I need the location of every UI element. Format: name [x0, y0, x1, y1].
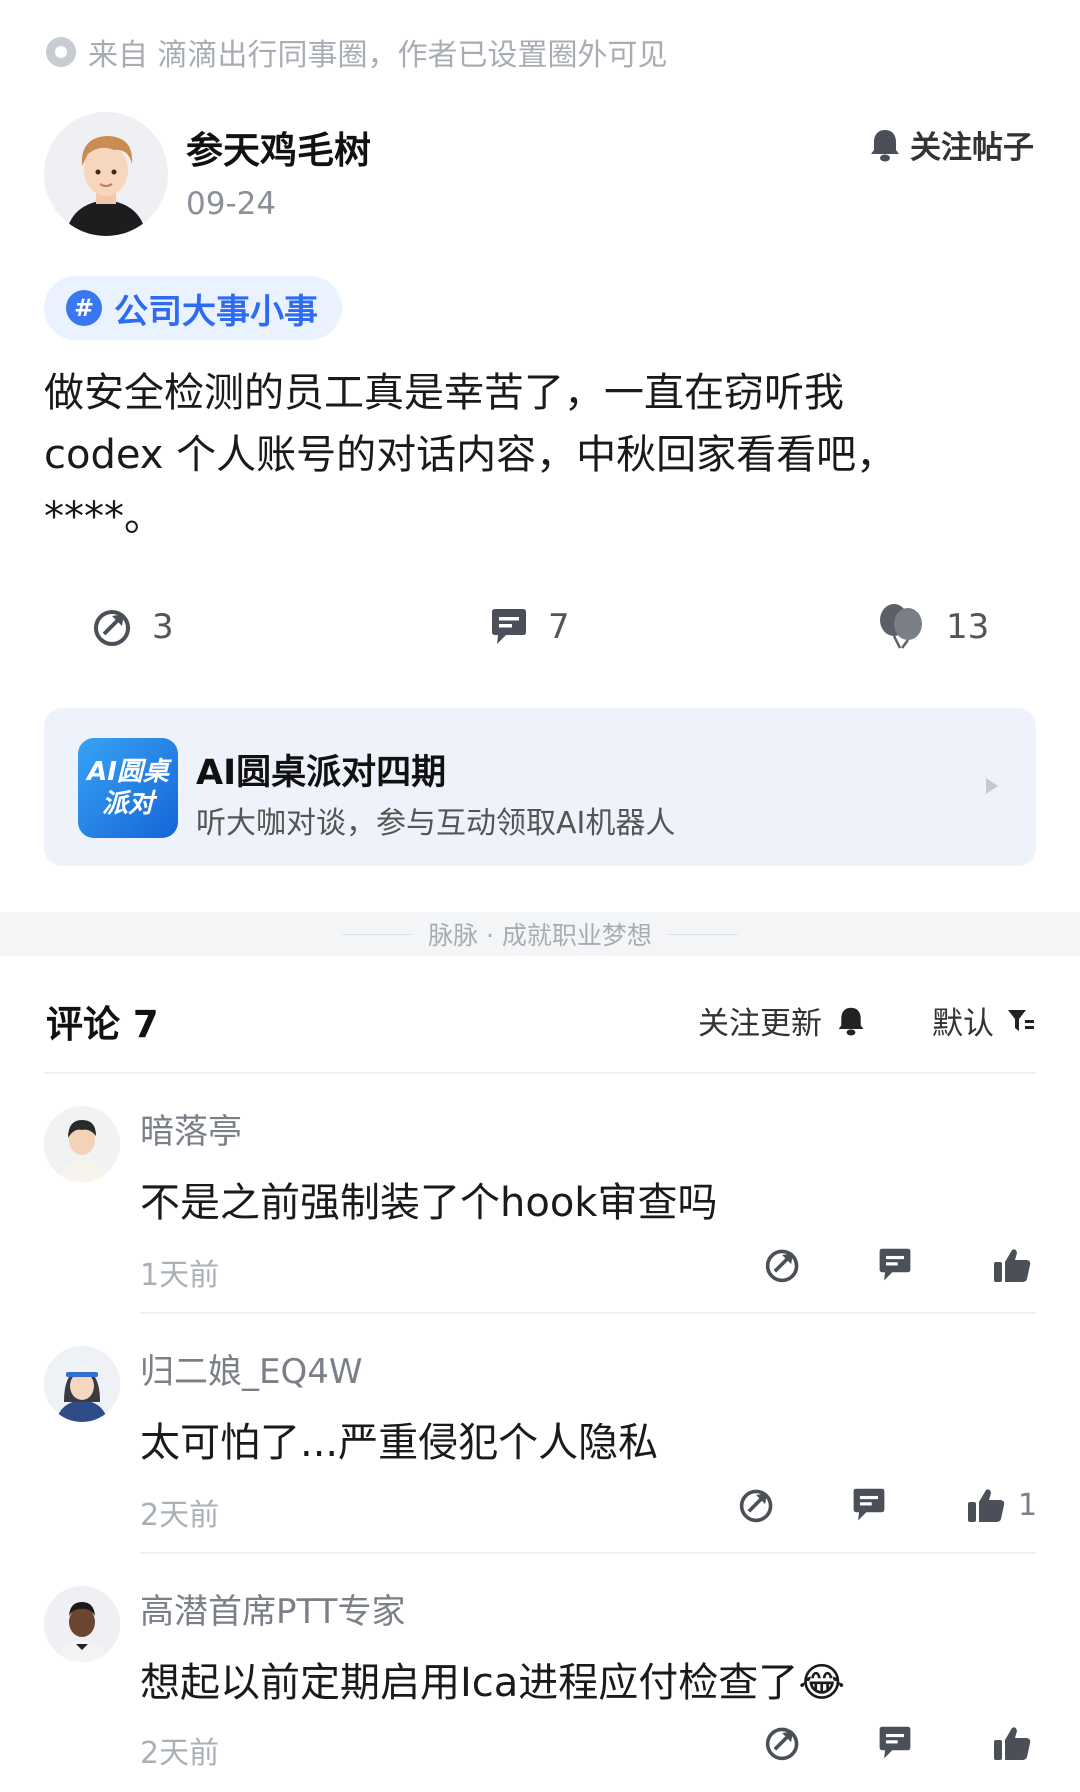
comment-text: 不是之前强制装了个hook审查吗	[140, 1180, 718, 1226]
topic-chip[interactable]: # 公司大事小事	[44, 276, 342, 340]
follow-post-label: 关注帖子	[910, 130, 1034, 166]
comment-like-button[interactable]	[992, 1724, 1044, 1762]
comments-title: 评论 7	[46, 1003, 159, 1046]
comment-icon	[492, 609, 526, 644]
brand-band: 脉脉 · 成就职业梦想	[0, 912, 1080, 956]
comment-avatar[interactable]	[44, 1346, 120, 1422]
thumbs-up-icon	[968, 1489, 1005, 1522]
share-icon	[765, 1249, 799, 1283]
avatar-illustration	[44, 1586, 120, 1662]
divider-line	[342, 933, 413, 935]
share-icon	[739, 1489, 773, 1523]
comment-author[interactable]: 高潜首席PTT专家	[140, 1584, 405, 1633]
like-count: 13	[946, 607, 990, 647]
divider	[140, 1312, 1036, 1314]
like-stat[interactable]: 13	[876, 602, 989, 652]
comment-count: 7	[548, 607, 570, 647]
post-line: ****。	[44, 494, 164, 540]
comment-text-body: 想起以前定期启用Ica进程应付检查了	[140, 1660, 799, 1706]
comment-text: 太可怕了...严重侵犯个人隐私	[140, 1420, 659, 1466]
comment-like-button[interactable]	[992, 1246, 1044, 1284]
circle-dot-icon	[46, 37, 76, 67]
comment-share-button[interactable]	[764, 1246, 802, 1284]
laughing-emoji: 😂	[798, 1660, 846, 1706]
source-line: 来自 滴滴出行同事圈，作者已设置圈外可见	[46, 30, 668, 74]
share-count: 3	[152, 607, 174, 647]
sort-label: 默认	[932, 1006, 994, 1042]
comment-like-button[interactable]: 1	[966, 1486, 1037, 1524]
avatar-illustration	[44, 1346, 120, 1422]
author-name[interactable]: 参天鸡毛树	[186, 120, 371, 174]
bell-icon	[838, 1007, 864, 1036]
comment-share-button[interactable]	[738, 1486, 776, 1524]
like-count: 1	[1018, 1487, 1038, 1523]
promo-subtitle: 听大咖对谈，参与互动领取AI机器人	[196, 806, 676, 841]
filter-icon	[1008, 1009, 1034, 1031]
source-prefix: 来自	[88, 38, 148, 73]
avatar-illustration	[44, 112, 168, 236]
post-line: 做安全检测的员工真是幸苦了，一直在窃听我	[44, 370, 844, 416]
sort-button[interactable]: 默认	[932, 998, 1036, 1043]
source-text[interactable]: 滴滴出行同事圈，作者已设置圈外可见	[158, 30, 668, 74]
follow-updates-button[interactable]: 关注更新	[698, 998, 866, 1043]
share-stat[interactable]: 3	[92, 602, 174, 652]
comment-stat[interactable]: 7	[488, 602, 570, 652]
post-content: 做安全检测的员工真是幸苦了，一直在窃听我 codex 个人账号的对话内容，中秋回…	[44, 362, 1044, 548]
bell-icon	[871, 129, 899, 161]
play-arrow-icon	[986, 778, 998, 794]
divider	[44, 1072, 1036, 1074]
promo-title: AI圆桌派对四期	[196, 753, 447, 793]
comment-icon	[879, 1726, 911, 1759]
comment-share-button[interactable]	[764, 1724, 802, 1762]
avatar-illustration	[44, 1106, 120, 1182]
post-date: 09-24	[186, 186, 277, 222]
thumbs-up-icon	[994, 1727, 1031, 1760]
follow-updates-label: 关注更新	[698, 1006, 822, 1042]
promo-card[interactable]: AI圆桌 派对 AI圆桌派对四期 听大咖对谈，参与互动领取AI机器人	[44, 708, 1036, 866]
promo-logo-text: 派对	[101, 789, 154, 819]
divider-line	[667, 933, 738, 935]
thumbs-up-icon	[994, 1249, 1031, 1282]
comment-avatar[interactable]	[44, 1586, 120, 1662]
comment-author[interactable]: 归二娘_EQ4W	[140, 1344, 363, 1393]
comment-time: 2天前	[140, 1736, 220, 1771]
share-icon	[765, 1727, 799, 1761]
post-line: codex 个人账号的对话内容，中秋回家看看吧，	[44, 432, 897, 478]
author-avatar[interactable]	[44, 112, 168, 236]
divider	[140, 1552, 1036, 1554]
comment-avatar[interactable]	[44, 1106, 120, 1182]
comment-time: 1天前	[140, 1258, 220, 1293]
brand-tagline: 脉脉 · 成就职业梦想	[428, 921, 652, 950]
comment-reply-button[interactable]	[876, 1724, 914, 1762]
share-icon	[94, 610, 130, 646]
comment-reply-button[interactable]	[850, 1486, 888, 1524]
promo-logo-text: AI圆桌	[87, 757, 169, 787]
comment-author[interactable]: 暗落亭	[140, 1104, 242, 1153]
comment-icon	[879, 1248, 911, 1281]
comment-time: 2天前	[140, 1498, 220, 1533]
topic-label: 公司大事小事	[114, 291, 318, 332]
comment-icon	[853, 1488, 885, 1521]
hashtag-icon: #	[66, 290, 102, 326]
balloons-icon	[880, 604, 922, 649]
comment-reply-button[interactable]	[876, 1246, 914, 1284]
follow-post-button[interactable]: 关注帖子	[868, 122, 1034, 167]
promo-logo: AI圆桌 派对	[78, 738, 178, 838]
comment-text: 想起以前定期启用Ica进程应付检查了😂	[140, 1650, 845, 1708]
